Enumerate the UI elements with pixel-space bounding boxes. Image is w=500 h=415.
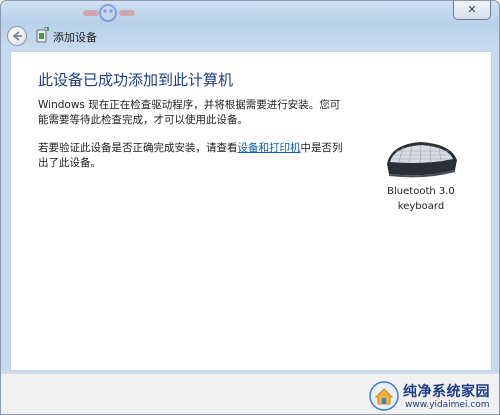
devices-and-printers-link[interactable]: 设备和打印机	[238, 142, 301, 154]
watermark-url: www.yidaimei.com	[405, 400, 490, 410]
driver-check-text: Windows 现在正在检查驱动程序，并将根据需要进行安装。您可能需要等待此检查…	[38, 99, 341, 126]
keyboard-icon	[387, 142, 457, 178]
device-tile: Bluetooth 3.0 keyboard	[379, 134, 463, 214]
watermark-title: 纯净系统家园	[403, 384, 490, 400]
baidu-watermark-logo	[83, 4, 135, 22]
page-heading: 此设备已成功添加到此计算机	[38, 71, 234, 89]
content-panel: 此设备已成功添加到此计算机 Windows 现在正在检查驱动程序，并将根据需要进…	[10, 51, 492, 371]
device-name-line2: keyboard	[397, 201, 445, 212]
site-watermark: 纯净系统家园 www.yidaimei.com	[369, 380, 499, 414]
add-device-window: ✕ 添加设备 此设备已成功添加到此计算机 Windows 现在正在检查驱动程序，…	[0, 0, 500, 415]
back-button[interactable]	[7, 26, 27, 46]
add-device-wizard-icon	[36, 27, 49, 43]
device-name: Bluetooth 3.0 keyboard	[379, 184, 463, 214]
device-name-line1: Bluetooth 3.0	[387, 186, 455, 197]
verify-text-before: 若要验证此设备是否正确完成安装，请查看	[38, 142, 238, 154]
window-title: 添加设备	[53, 31, 97, 44]
house-logo-icon	[369, 381, 399, 411]
verify-installation-text: 若要验证此设备是否正确完成安装，请查看设备和打印机中是否列出了此设备。	[38, 141, 348, 171]
close-icon: ✕	[467, 3, 477, 16]
back-arrow-icon	[12, 31, 22, 41]
close-button[interactable]: ✕	[453, 1, 491, 20]
wizard-header: 添加设备	[1, 23, 499, 49]
